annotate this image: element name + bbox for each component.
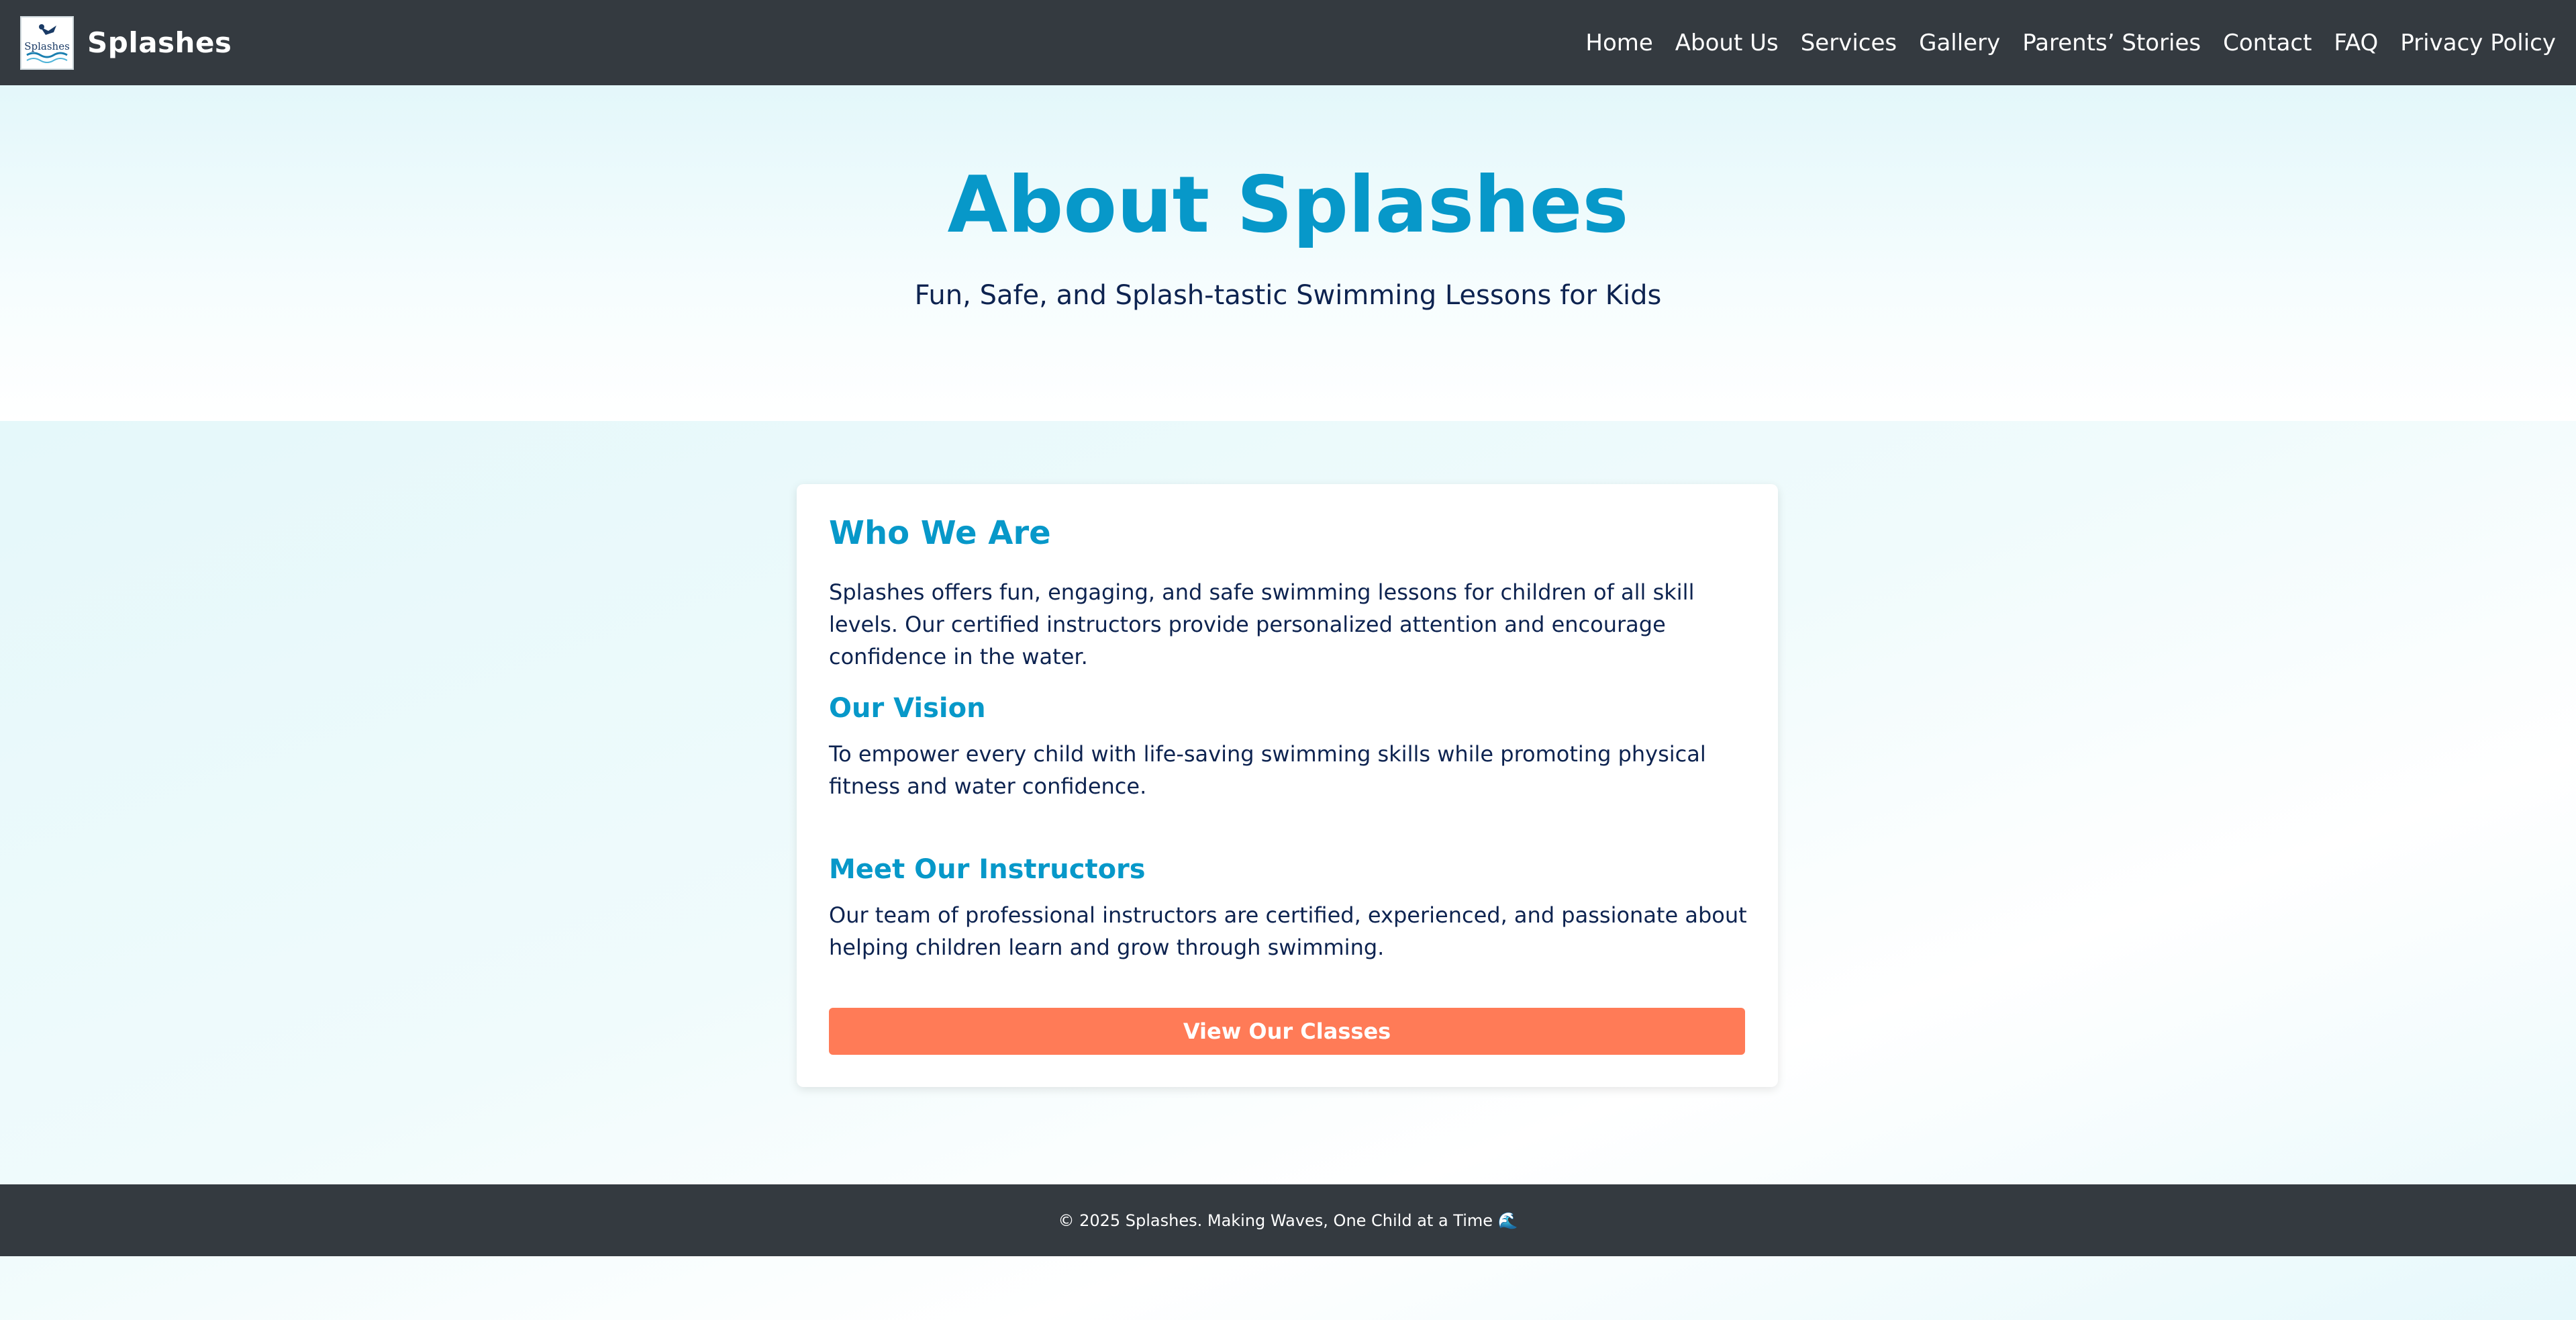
nav-link-home[interactable]: Home (1585, 30, 1652, 56)
nav-link-services[interactable]: Services (1801, 30, 1897, 56)
footer: © 2025 Splashes. Making Waves, One Child… (0, 1184, 2576, 1256)
about-card: Who We Are Splashes offers fun, engaging… (797, 484, 1778, 1087)
our-vision-heading: Our Vision (829, 693, 986, 724)
navbar: Splashes Splashes Home About Us Services… (0, 0, 2576, 85)
who-we-are-heading: Who We Are (829, 514, 1051, 552)
nav-link-about-us[interactable]: About Us (1675, 30, 1779, 56)
nav-link-contact[interactable]: Contact (2223, 30, 2312, 56)
footer-copyright: © 2025 Splashes. Making Waves, One Child… (1058, 1211, 1518, 1230)
nav-link-parents-stories[interactable]: Parents’ Stories (2022, 30, 2201, 56)
brand[interactable]: Splashes Splashes (20, 15, 232, 70)
nav-link-gallery[interactable]: Gallery (1919, 30, 2000, 56)
logo-text: Splashes (24, 40, 70, 52)
view-classes-button[interactable]: View Our Classes (829, 1008, 1745, 1055)
instructors-text: Our team of professional instructors are… (829, 902, 1747, 960)
hero-section: About Splashes Fun, Safe, and Splash-tas… (0, 85, 2576, 421)
instructors-heading: Meet Our Instructors (829, 854, 1146, 885)
brand-logo[interactable]: Splashes (20, 15, 74, 70)
who-we-are-text: Splashes offers fun, engaging, and safe … (829, 579, 1695, 669)
page-subtitle: Fun, Safe, and Splash-tastic Swimming Le… (914, 280, 1662, 311)
brand-name[interactable]: Splashes (87, 26, 232, 59)
nav-menu: Home About Us Services Gallery Parents’ … (1585, 30, 2556, 56)
swimmer-logo-icon: Splashes (24, 23, 70, 63)
nav-link-faq[interactable]: FAQ (2334, 30, 2378, 56)
our-vision-text: To empower every child with life-saving … (829, 741, 1706, 799)
page-title: About Splashes (947, 160, 1629, 250)
nav-link-privacy-policy[interactable]: Privacy Policy (2400, 30, 2556, 56)
